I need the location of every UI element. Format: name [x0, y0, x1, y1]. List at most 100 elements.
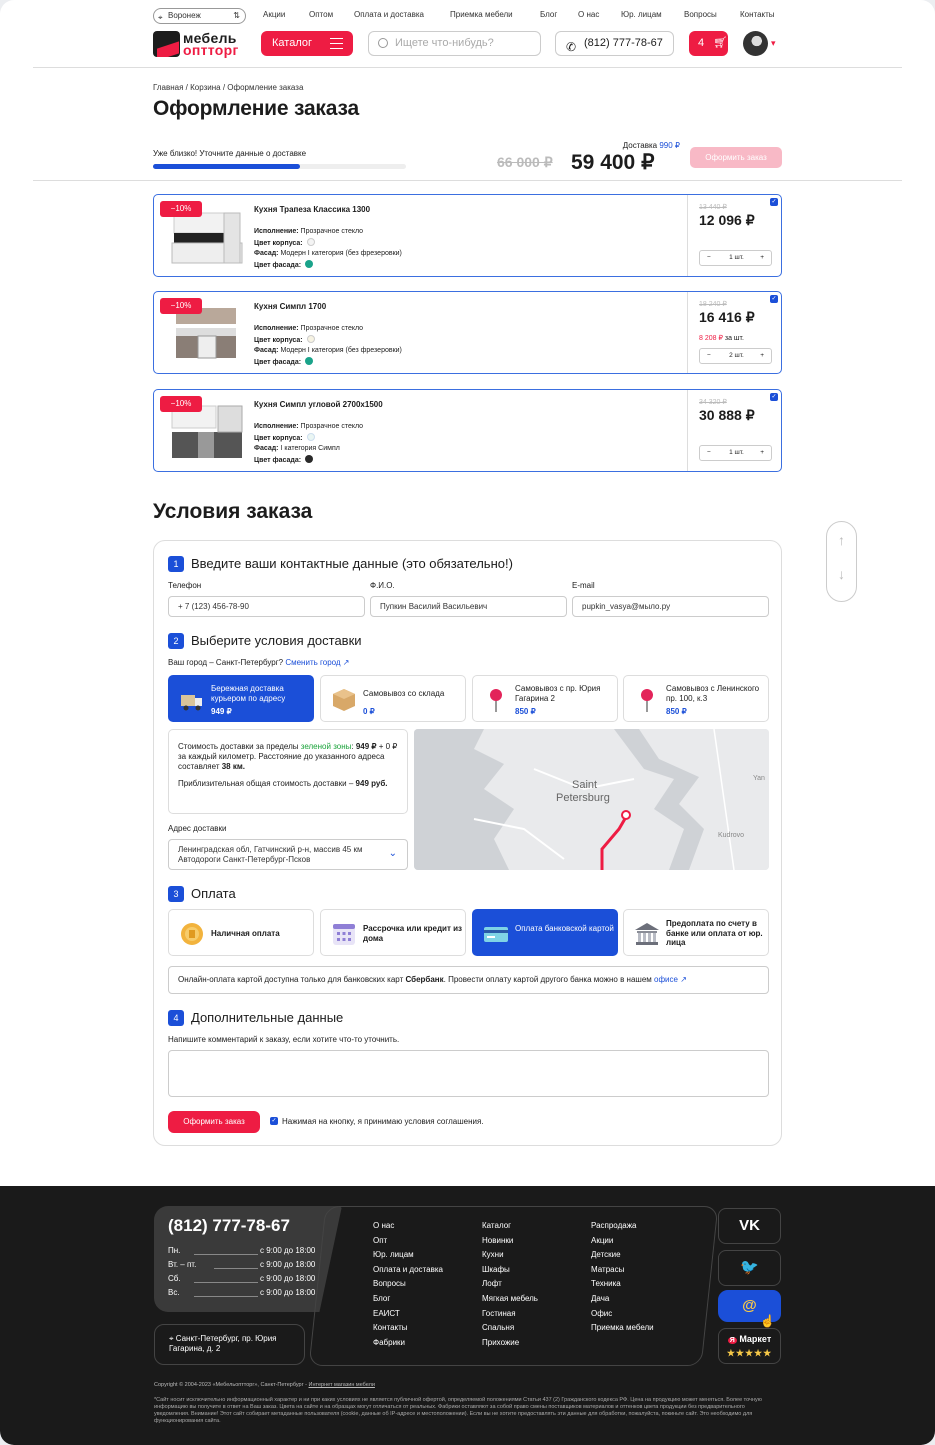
footer-link[interactable]: Кухни — [482, 1248, 538, 1263]
plus-icon[interactable]: + — [760, 352, 764, 359]
phone-label: Телефон — [168, 581, 202, 590]
footer-link[interactable]: Оплата и доставка — [373, 1263, 443, 1278]
payment-option-cash[interactable]: Наличная оплата — [168, 909, 314, 956]
payment-option-card[interactable]: Оплата банковской картой — [472, 909, 618, 956]
footer-link[interactable]: Спальня — [482, 1321, 538, 1336]
footer-link[interactable]: О нас — [373, 1219, 443, 1234]
quantity-stepper[interactable]: − 1 шт. + — [699, 445, 772, 461]
item-checkbox[interactable]: ✓ — [770, 295, 778, 303]
footer-link[interactable]: ЕАИСТ — [373, 1307, 443, 1322]
twitter-icon[interactable]: 🐦 — [718, 1250, 781, 1286]
item-checkbox[interactable]: ✓ — [770, 393, 778, 401]
cart-count: 4 — [698, 37, 705, 49]
nav-link-promo[interactable]: Акции — [263, 10, 285, 19]
spec-label: Фасад: — [254, 250, 279, 257]
nav-link-about[interactable]: О нас — [578, 10, 599, 19]
avatar[interactable] — [743, 31, 768, 56]
item-checkbox[interactable]: ✓ — [770, 198, 778, 206]
order-total: 59 400 ₽ — [571, 151, 655, 174]
breadcrumb[interactable]: Главная / Корзина / Оформление заказа — [153, 83, 303, 92]
footer-link[interactable]: Техника — [591, 1277, 654, 1292]
search-input[interactable]: Ищете что-нибудь? — [368, 31, 541, 56]
nav-link-wholesale[interactable]: Оптом — [309, 10, 333, 19]
office-link[interactable]: офисе ↗ — [654, 975, 687, 984]
delivery-option-gagarina[interactable]: Самовывоз с пр. Юрия Гагарина 2 850 ₽ — [472, 675, 618, 722]
copyright-link[interactable]: Интернет магазин мебели — [309, 1382, 375, 1388]
plus-icon[interactable]: + — [760, 449, 764, 456]
hours-row: Вт. – пт. с 9:00 до 18:00 — [168, 1260, 318, 1269]
footer-link[interactable]: Каталог — [482, 1219, 538, 1234]
footer-link[interactable]: Контакты — [373, 1321, 443, 1336]
nav-link-acceptance[interactable]: Приемка мебели — [450, 10, 513, 19]
nav-link-blog[interactable]: Блог — [540, 10, 557, 19]
footer-link[interactable]: Вопросы — [373, 1277, 443, 1292]
step-number: 2 — [168, 633, 184, 649]
footer-link[interactable]: Блог — [373, 1292, 443, 1307]
footer-link[interactable]: Приемка мебели — [591, 1321, 654, 1336]
product-name[interactable]: Кухня Симпл 1700 — [254, 302, 326, 311]
footer-link[interactable]: Опт — [373, 1234, 443, 1249]
footer-link[interactable]: Фабрики — [373, 1336, 443, 1351]
name-field[interactable]: Пупкин Василий Васильевич — [370, 596, 567, 617]
footer-link[interactable]: Юр. лицам — [373, 1248, 443, 1263]
footer-link[interactable]: Дача — [591, 1292, 654, 1307]
footer-link[interactable]: Детские — [591, 1248, 654, 1263]
change-city-link[interactable]: Сменить город ↗ — [285, 658, 349, 667]
yandex-market-badge[interactable]: Я Маркет ★★★★★ — [718, 1328, 781, 1364]
payment-option-invoice[interactable]: Предоплата по счету в банке или оплата о… — [623, 909, 769, 956]
footer-link[interactable]: Лофт — [482, 1277, 538, 1292]
spec-label: Цвет корпуса: — [254, 239, 303, 247]
footer-link[interactable]: Гостиная — [482, 1307, 538, 1322]
legal-text: *Сайт носит исключительно информационный… — [154, 1397, 762, 1424]
footer-link[interactable]: Новинки — [482, 1234, 538, 1249]
quantity-stepper[interactable]: − 2 шт. + — [699, 348, 772, 364]
footer-phone[interactable]: (812) 777-78-67 — [168, 1216, 290, 1236]
cart-item: −10% Кухня Симпл угловой 2700х1500 Испол… — [153, 389, 782, 472]
catalog-button[interactable]: Каталог — [261, 31, 353, 56]
footer-link[interactable]: Офис — [591, 1307, 654, 1322]
city-question-text: Ваш город – Санкт-Петербург? — [168, 658, 284, 667]
bank-icon — [635, 923, 659, 945]
hours-time: с 9:00 до 18:00 — [260, 1288, 316, 1297]
rating-stars: ★★★★★ — [726, 1348, 773, 1358]
option-price: 850 ₽ — [666, 707, 687, 716]
plus-icon[interactable]: + — [760, 254, 764, 261]
footer-link[interactable]: Прихожие — [482, 1336, 538, 1351]
arrow-up-icon[interactable]: ↑ — [827, 532, 856, 548]
agree-checkbox[interactable]: ✓ — [270, 1117, 278, 1125]
footer-link[interactable]: Акции — [591, 1234, 654, 1249]
phone-field[interactable]: + 7 (123) 456-78-90 — [168, 596, 365, 617]
footer-link[interactable]: Шкафы — [482, 1263, 538, 1278]
footer-link[interactable]: Мягкая мебель — [482, 1292, 538, 1307]
quantity-stepper[interactable]: − 1 шт. + — [699, 250, 772, 266]
vk-icon[interactable]: VK — [718, 1208, 781, 1244]
footer-link[interactable]: Матрасы — [591, 1263, 654, 1278]
address-select[interactable]: Ленинградская обл, Гатчинский р-н, масси… — [168, 839, 408, 870]
spec-value: Модерн I категория (без фрезеровки) — [280, 347, 402, 354]
chevron-down-icon[interactable]: ▾ — [771, 38, 776, 49]
delivery-map[interactable]: Saint Petersburg Yan Kudrovo — [414, 729, 769, 870]
payment-option-installment[interactable]: Рассрочка или кредит из дома — [320, 909, 466, 956]
place-order-button[interactable]: Оформить заказ — [168, 1111, 260, 1133]
delivery-option-warehouse[interactable]: Самовывоз со склада 0 ₽ — [320, 675, 466, 722]
nav-link-contacts[interactable]: Контакты — [740, 10, 775, 19]
product-name[interactable]: Кухня Трапеза Классика 1300 — [254, 205, 370, 214]
city-selector[interactable]: ⌖ Воронеж ⇅ — [153, 8, 246, 24]
scroll-control[interactable]: ↑ ↓ — [826, 521, 857, 602]
footer-link[interactable]: Распродажа — [591, 1219, 654, 1234]
header-phone: (812) 777-78-67 — [584, 37, 663, 49]
place-order-button-top[interactable]: Оформить заказ — [690, 147, 782, 168]
product-name[interactable]: Кухня Симпл угловой 2700х1500 — [254, 400, 383, 409]
note-text: Онлайн-оплата картой доступна только для… — [178, 975, 406, 984]
comment-textarea[interactable] — [168, 1050, 769, 1097]
nav-link-faq[interactable]: Вопросы — [684, 10, 717, 19]
logo[interactable]: мебель оптторг — [153, 30, 247, 58]
delivery-option-leninsky[interactable]: Самовывоз с Ленинского пр. 100, к.3 850 … — [623, 675, 769, 722]
delivery-option-courier[interactable]: Бережная доставка курьером по адресу 949… — [168, 675, 314, 722]
phone-button[interactable]: ✆ (812) 777-78-67 — [555, 31, 674, 56]
nav-link-payment[interactable]: Оплата и доставка — [354, 10, 424, 19]
arrow-down-icon[interactable]: ↓ — [827, 566, 856, 582]
cart-button[interactable]: 4 🛒︎ — [689, 31, 728, 56]
nav-link-legal[interactable]: Юр. лицам — [621, 10, 662, 19]
email-field[interactable]: pupkin_vasya@мыло.ру — [572, 596, 769, 617]
